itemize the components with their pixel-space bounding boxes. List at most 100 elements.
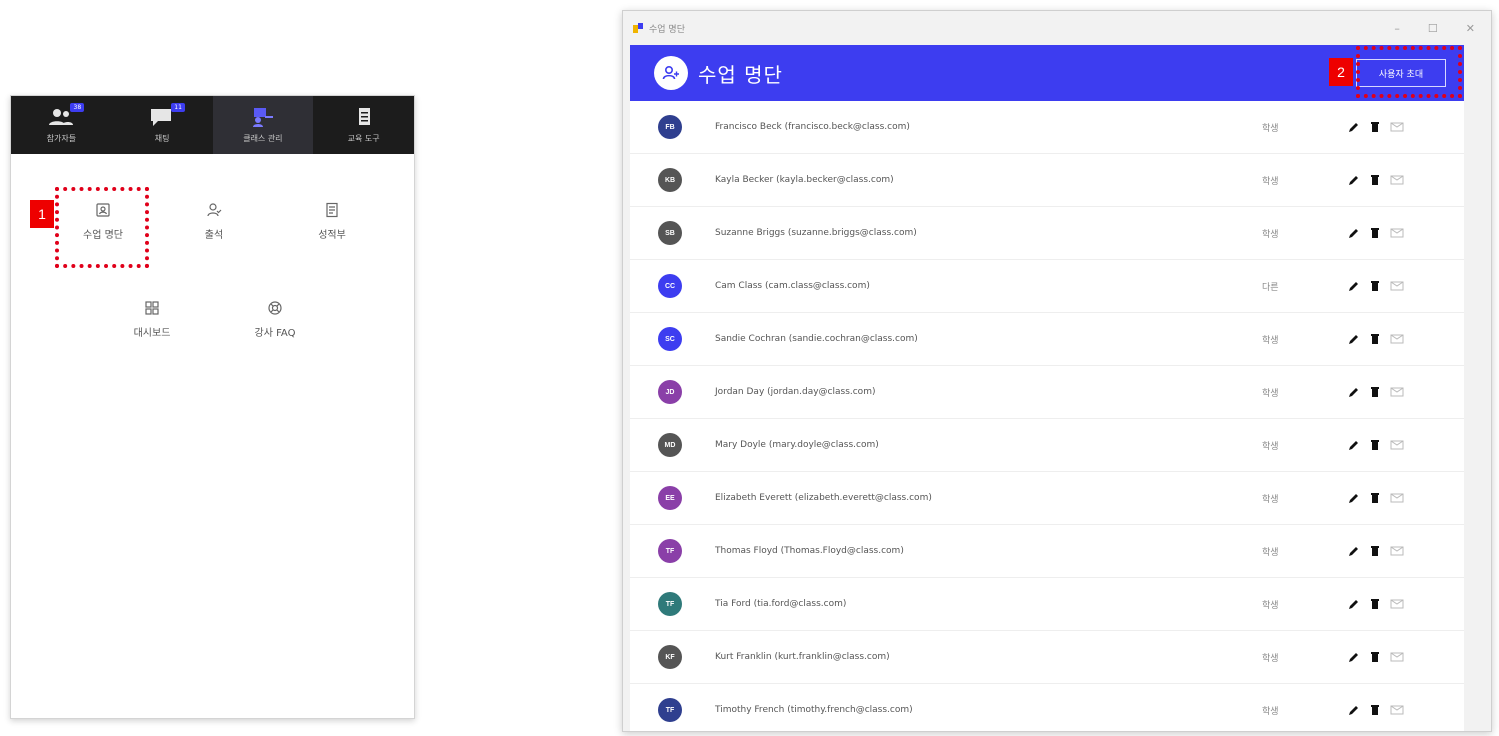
table-row[interactable]: TF Thomas Floyd (Thomas.Floyd@class.com) 학… — [630, 525, 1464, 578]
user-name-email: Timothy French (timothy.french@class.com… — [715, 705, 913, 715]
avatar: TF — [658, 539, 682, 563]
table-row[interactable]: JD Jordan Day (jordan.day@class.com) 학생 — [630, 366, 1464, 419]
edit-pencil-icon[interactable] — [1348, 121, 1360, 133]
delete-trash-icon[interactable] — [1370, 333, 1380, 345]
maximize-icon[interactable]: ☐ — [1428, 22, 1438, 35]
delete-trash-icon[interactable] — [1370, 492, 1380, 504]
user-name-email: Kayla Becker (kayla.becker@class.com) — [715, 175, 894, 185]
user-name-email: Jordan Day (jordan.day@class.com) — [715, 387, 876, 397]
delete-trash-icon[interactable] — [1370, 121, 1380, 133]
menu-dashboard[interactable]: 대시보드 — [107, 300, 197, 339]
avatar: FB — [658, 115, 682, 139]
email-envelope-icon[interactable] — [1390, 280, 1404, 292]
row-actions — [1348, 333, 1404, 345]
tab-teaching-tools[interactable]: 교육 도구 — [313, 96, 414, 154]
tab-participants[interactable]: 38 참가자들 — [11, 96, 112, 154]
avatar: JD — [658, 380, 682, 404]
delete-trash-icon[interactable] — [1370, 280, 1380, 292]
table-row[interactable]: KF Kurt Franklin (kurt.franklin@class.com… — [630, 631, 1464, 684]
email-envelope-icon[interactable] — [1390, 492, 1404, 504]
edit-pencil-icon[interactable] — [1348, 651, 1360, 663]
edit-pencil-icon[interactable] — [1348, 439, 1360, 451]
minimize-icon[interactable]: – — [1394, 22, 1400, 35]
user-name-email: Tia Ford (tia.ford@class.com) — [715, 599, 847, 609]
user-name-email: Suzanne Briggs (suzanne.briggs@class.com… — [715, 228, 917, 238]
avatar: KF — [658, 645, 682, 669]
dashboard-icon — [144, 300, 160, 316]
email-envelope-icon[interactable] — [1390, 174, 1404, 186]
tab-label: 참가자들 — [46, 134, 77, 143]
edit-pencil-icon[interactable] — [1348, 333, 1360, 345]
delete-trash-icon[interactable] — [1370, 227, 1380, 239]
edit-pencil-icon[interactable] — [1348, 227, 1360, 239]
row-actions — [1348, 227, 1404, 239]
highlight-invite — [1356, 46, 1462, 98]
user-role: 학생 — [1262, 494, 1279, 505]
avatar: MD — [658, 433, 682, 457]
menu-gradebook[interactable]: 성적부 — [287, 202, 377, 241]
delete-trash-icon[interactable] — [1370, 598, 1380, 610]
roster-list: FB Francisco Beck (francisco.beck@class.c… — [630, 101, 1464, 731]
edit-pencil-icon[interactable] — [1348, 704, 1360, 716]
chat-icon: 11 — [149, 103, 186, 128]
tab-label: 클래스 관리 — [243, 134, 283, 143]
edit-pencil-icon[interactable] — [1348, 545, 1360, 557]
table-row[interactable]: EE Elizabeth Everett (elizabeth.everett@c… — [630, 472, 1464, 525]
table-row[interactable]: SB Suzanne Briggs (suzanne.briggs@class.c… — [630, 207, 1464, 260]
class-roster-window: 수업 명단 – ☐ ✕ 수업 명단 사용자 초대 FB Francisco Bec… — [622, 10, 1492, 732]
menu-attendance[interactable]: 출석 — [169, 202, 259, 241]
app-logo-icon — [633, 23, 643, 33]
table-row[interactable]: SC Sandie Cochran (sandie.cochran@class.c… — [630, 313, 1464, 366]
gradebook-icon — [324, 202, 340, 218]
email-envelope-icon[interactable] — [1390, 227, 1404, 239]
menu-instructor-faq[interactable]: 강사 FAQ — [230, 300, 320, 339]
avatar: CC — [658, 274, 682, 298]
table-row[interactable]: TF Tia Ford (tia.ford@class.com) 학생 — [630, 578, 1464, 631]
people-icon: 38 — [48, 103, 85, 128]
user-role: 학생 — [1262, 388, 1279, 399]
user-name-email: Thomas Floyd (Thomas.Floyd@class.com) — [715, 546, 904, 556]
email-envelope-icon[interactable] — [1390, 386, 1404, 398]
edit-pencil-icon[interactable] — [1348, 280, 1360, 292]
row-actions — [1348, 121, 1404, 133]
table-row[interactable]: KB Kayla Becker (kayla.becker@class.com) 학… — [630, 154, 1464, 207]
step-marker-1: 1 — [30, 200, 54, 228]
edit-pencil-icon[interactable] — [1348, 386, 1360, 398]
menu-label: 대시보드 — [133, 328, 171, 339]
table-row[interactable]: CC Cam Class (cam.class@class.com) 다른 — [630, 260, 1464, 313]
table-row[interactable]: TF Timothy French (timothy.french@class.c… — [630, 684, 1464, 731]
email-envelope-icon[interactable] — [1390, 121, 1404, 133]
tab-class-management[interactable]: 클래스 관리 — [212, 96, 314, 154]
row-actions — [1348, 386, 1404, 398]
panel-toolbar: 38 참가자들 11 채팅 클래스 관리 교육 도구 — [11, 96, 414, 154]
edit-pencil-icon[interactable] — [1348, 598, 1360, 610]
delete-trash-icon[interactable] — [1370, 651, 1380, 663]
email-envelope-icon[interactable] — [1390, 439, 1404, 451]
close-icon[interactable]: ✕ — [1466, 22, 1475, 35]
delete-trash-icon[interactable] — [1370, 545, 1380, 557]
clipboard-icon — [351, 106, 377, 128]
user-role: 학생 — [1262, 123, 1279, 134]
chat-badge: 11 — [171, 103, 186, 112]
row-actions — [1348, 651, 1404, 663]
edit-pencil-icon[interactable] — [1348, 492, 1360, 504]
tab-chat[interactable]: 11 채팅 — [112, 96, 213, 154]
email-envelope-icon[interactable] — [1390, 651, 1404, 663]
delete-trash-icon[interactable] — [1370, 439, 1380, 451]
user-role: 학생 — [1262, 600, 1279, 611]
email-envelope-icon[interactable] — [1390, 704, 1404, 716]
menu-label: 성적부 — [318, 230, 346, 241]
delete-trash-icon[interactable] — [1370, 704, 1380, 716]
attendance-icon — [206, 202, 222, 218]
delete-trash-icon[interactable] — [1370, 386, 1380, 398]
table-row[interactable]: FB Francisco Beck (francisco.beck@class.c… — [630, 101, 1464, 154]
email-envelope-icon[interactable] — [1390, 545, 1404, 557]
user-role: 학생 — [1262, 706, 1279, 717]
email-envelope-icon[interactable] — [1390, 598, 1404, 610]
delete-trash-icon[interactable] — [1370, 174, 1380, 186]
user-role: 학생 — [1262, 229, 1279, 240]
edit-pencil-icon[interactable] — [1348, 174, 1360, 186]
table-row[interactable]: MD Mary Doyle (mary.doyle@class.com) 학생 — [630, 419, 1464, 472]
email-envelope-icon[interactable] — [1390, 333, 1404, 345]
tab-label: 교육 도구 — [347, 134, 380, 143]
